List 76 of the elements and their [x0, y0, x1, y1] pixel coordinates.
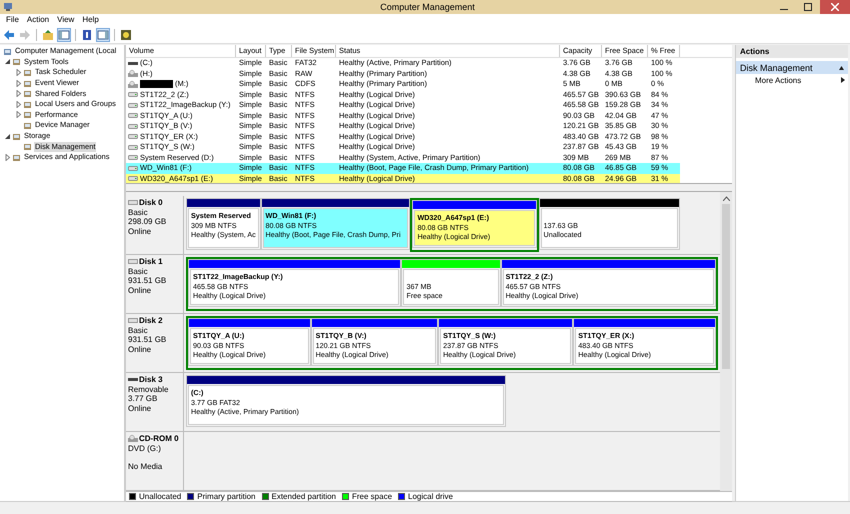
disk-detail: Online — [128, 344, 152, 354]
disk-name: Disk 0 — [139, 198, 163, 208]
toolbar-button[interactable] — [57, 28, 71, 42]
drive-icon — [128, 144, 138, 151]
disk-name: Disk 1 — [139, 257, 163, 266]
drive-icon — [128, 91, 138, 98]
drive-icon — [128, 102, 138, 109]
expand-arrow-icon[interactable] — [15, 111, 22, 118]
expand-arrow-icon[interactable] — [15, 90, 22, 98]
scroll-up-icon[interactable] — [722, 196, 730, 201]
menu-item[interactable]: File — [2, 14, 23, 27]
disk-info-panel[interactable]: Disk 1 Basic 931.51 GB Online — [126, 255, 184, 313]
toolbar-button[interactable] — [80, 28, 94, 42]
toolbar-icon — [120, 29, 132, 41]
legend-label: Primary partition — [197, 492, 256, 501]
submenu-arrow-icon — [840, 77, 845, 83]
disk-detail: Basic — [128, 266, 149, 276]
collapse-arrow-icon[interactable] — [4, 132, 11, 140]
disk-info-panel[interactable]: Disk 2 Basic 931.51 GB Online — [126, 314, 184, 372]
drive-icon — [128, 112, 138, 120]
computer-icon — [3, 2, 13, 12]
disk-detail: Online — [128, 404, 152, 413]
disk-info-panel[interactable]: Disk 3 Removable 3.77 GB Online — [126, 373, 184, 431]
toolbar-button[interactable] — [119, 28, 133, 42]
actions-header: Actions — [736, 45, 848, 58]
close-icon — [831, 3, 839, 11]
disk-name: Disk 3 — [139, 375, 163, 384]
disk-detail: 931.51 GB — [128, 335, 168, 344]
toolbar-icon — [3, 29, 15, 41]
disk-detail: 931.51 GB — [128, 276, 168, 286]
toolbar-button[interactable] — [96, 28, 110, 42]
optical-drive-icon — [128, 70, 138, 78]
actions-section[interactable]: Disk Management — [736, 61, 848, 74]
scrollbar[interactable] — [720, 192, 732, 491]
drive-icon — [128, 164, 138, 172]
optical-drive-icon — [128, 435, 138, 442]
expand-arrow-icon[interactable] — [15, 100, 22, 108]
disk-detail: Online — [128, 226, 152, 236]
drive-icon — [128, 122, 138, 130]
drive-icon — [128, 60, 138, 67]
legend-label: Free space — [352, 492, 392, 501]
disk-detail: Basic — [128, 208, 149, 217]
toolbar-button[interactable] — [2, 28, 16, 42]
expand-arrow-icon[interactable] — [4, 154, 11, 161]
toolbar-icon — [42, 29, 54, 41]
menu-item[interactable]: View — [53, 14, 78, 27]
expand-arrow-icon[interactable] — [15, 68, 22, 76]
menu-item[interactable]: Help — [78, 14, 103, 27]
legend-label: Extended partition — [272, 492, 336, 501]
disk-name: Disk 2 — [139, 316, 163, 326]
drive-icon — [128, 175, 138, 182]
disk-detail: 298.09 GB — [128, 217, 168, 226]
toolbar-button[interactable] — [41, 28, 55, 42]
disk-detail: 3.77 GB — [128, 394, 158, 404]
disk-name: CD-ROM 0 — [139, 434, 179, 444]
legend-label: Unallocated — [139, 492, 182, 501]
drive-icon — [128, 133, 138, 140]
menu-item[interactable]: Action — [22, 14, 54, 27]
optical-drive-icon — [128, 80, 138, 88]
toolbar-icon — [19, 29, 31, 41]
disk-info-panel[interactable]: Disk 0 Basic 298.09 GB Online — [126, 196, 184, 254]
disk-detail: Removable — [128, 384, 170, 394]
window-title: Computer Management — [379, 2, 476, 12]
disk-detail: Online — [128, 286, 152, 295]
disk-detail: No Media — [128, 462, 164, 472]
legend-label: Logical drive — [408, 492, 453, 501]
collapse-arrow-icon[interactable] — [839, 64, 844, 70]
close-button[interactable] — [820, 0, 850, 14]
drive-icon — [128, 154, 138, 162]
collapse-arrow-icon[interactable] — [4, 58, 11, 66]
disk-detail: DVD (G:) — [128, 444, 162, 453]
maximize-icon — [804, 3, 812, 11]
disk-detail: Basic — [128, 326, 149, 335]
action-link[interactable]: More Actions — [736, 74, 848, 86]
disk-info-panel[interactable]: CD-ROM 0 DVD (G:) No Media — [126, 432, 184, 490]
expand-arrow-icon[interactable] — [15, 80, 22, 87]
